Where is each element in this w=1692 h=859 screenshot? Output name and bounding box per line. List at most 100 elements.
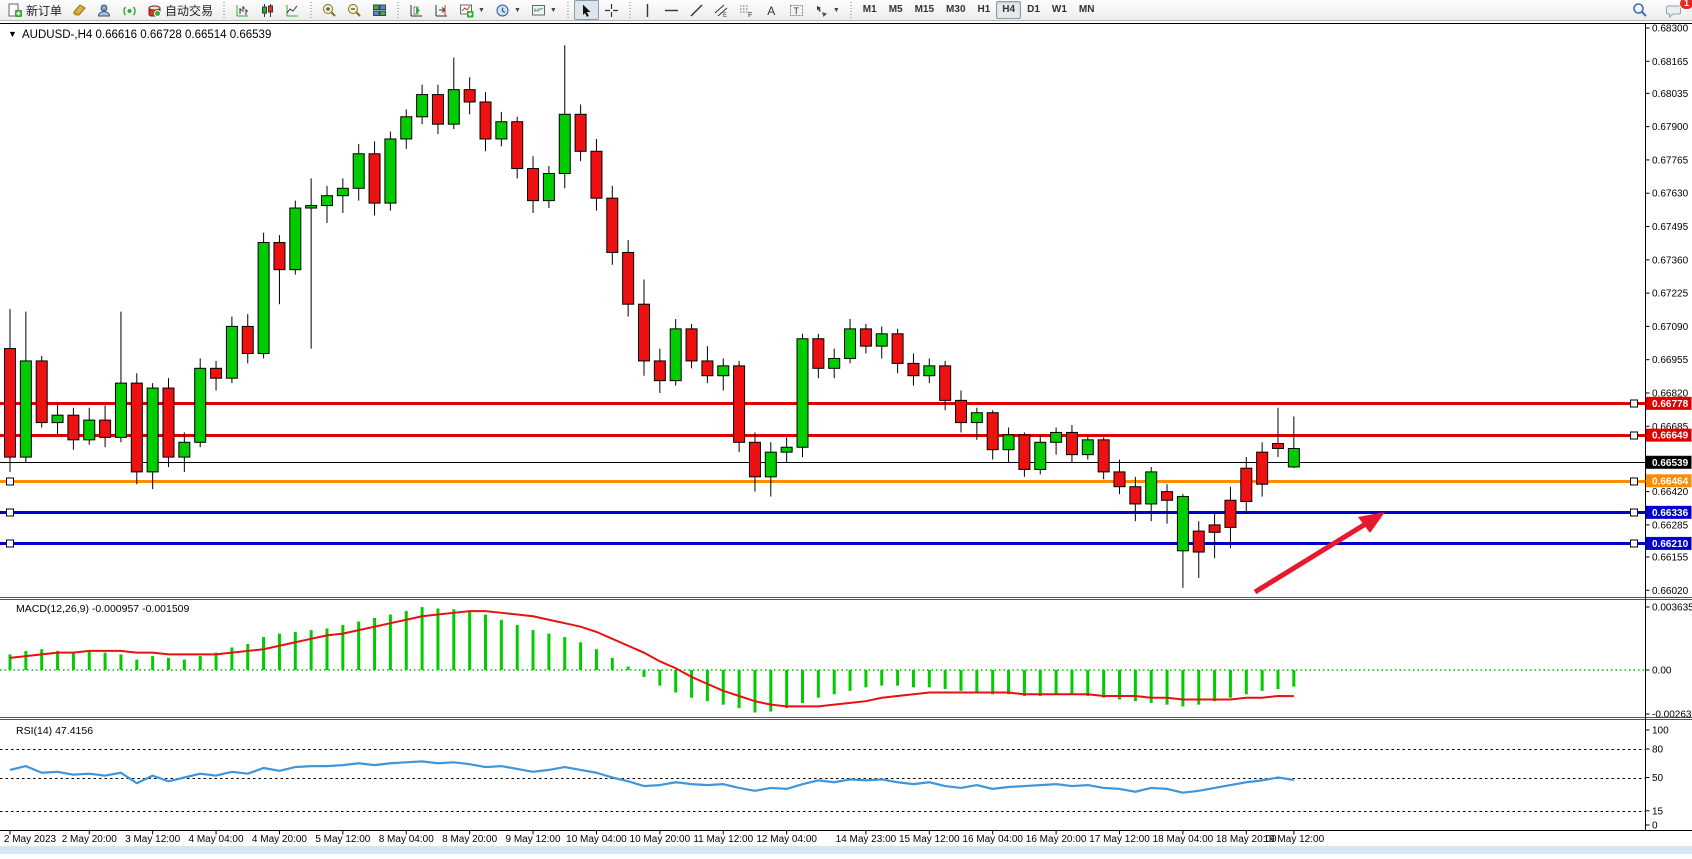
- zoom-out-button[interactable]: [342, 0, 367, 20]
- candle-body-bull: [115, 383, 126, 437]
- signals-button[interactable]: [117, 0, 142, 20]
- templates-button[interactable]: ▼: [526, 0, 562, 20]
- timeframe-m5[interactable]: M5: [883, 1, 909, 19]
- auto-scroll-button[interactable]: [404, 0, 429, 20]
- main-toolbar: 新订单 自动交易: [0, 0, 1692, 21]
- timeframe-m30[interactable]: M30: [940, 1, 971, 19]
- candle-body-bull: [670, 329, 681, 381]
- candle-body-bear: [956, 400, 967, 422]
- search-button[interactable]: [1627, 0, 1653, 20]
- line-handle[interactable]: [7, 478, 14, 485]
- line-handle[interactable]: [1631, 540, 1638, 547]
- time-tick-label: 12 May 04:00: [756, 834, 817, 845]
- macd-tick-label: -0.00263: [1652, 710, 1692, 721]
- candle-body-bull: [543, 173, 554, 200]
- auto-scroll-icon: [409, 3, 424, 18]
- candle-body-bull: [448, 90, 459, 125]
- candle-body-bear: [528, 169, 539, 201]
- time-tick-label: 9 May 12:00: [506, 834, 561, 845]
- new-order-button[interactable]: 新订单: [3, 0, 67, 20]
- candlestick-chart-button[interactable]: [255, 0, 280, 20]
- candle-body-bear: [1209, 525, 1220, 532]
- time-tick-label: 14 May 23:00: [836, 834, 897, 845]
- candle-body-bull: [765, 452, 776, 477]
- periods-button[interactable]: ▼: [490, 0, 526, 20]
- time-tick-label: 8 May 04:00: [379, 834, 434, 845]
- vertical-line-button[interactable]: [636, 0, 659, 20]
- candle-body-bull: [1082, 440, 1093, 455]
- candle-body-bear: [1066, 432, 1077, 454]
- chart-canvas[interactable]: ▼AUDUSD-,H4 0.66616 0.66728 0.66514 0.66…: [0, 21, 1692, 854]
- text-label-button[interactable]: T: [784, 0, 809, 20]
- timeframe-h1[interactable]: H1: [972, 1, 997, 19]
- candle-body-bear: [813, 339, 824, 369]
- symbol-dropdown-icon[interactable]: ▼: [8, 29, 17, 39]
- toolbar-separator: [567, 2, 569, 18]
- line-handle[interactable]: [1631, 509, 1638, 516]
- price-tick-label: 0.67090: [1652, 322, 1689, 333]
- line-handle[interactable]: [1631, 478, 1638, 485]
- price-badge-label: 0.66464: [1652, 476, 1689, 487]
- trendline-button[interactable]: [684, 0, 709, 20]
- line-chart-button[interactable]: [280, 0, 305, 20]
- line-handle[interactable]: [1631, 432, 1638, 439]
- candle-body-bear: [1162, 492, 1173, 501]
- candle-body-bull: [924, 366, 935, 376]
- toolbar-separator: [850, 2, 852, 18]
- candle-body-bull: [306, 206, 317, 208]
- candle-body-bear: [242, 326, 253, 353]
- line-handle[interactable]: [7, 540, 14, 547]
- macd-tick-label: 0.00: [1652, 666, 1672, 677]
- auto-trading-button[interactable]: 自动交易: [142, 0, 218, 20]
- styler-button[interactable]: [67, 0, 92, 20]
- candle-body-bull: [258, 243, 269, 354]
- chart-shift-button[interactable]: [429, 0, 454, 20]
- arrows-button[interactable]: ▼: [809, 0, 845, 20]
- line-handle[interactable]: [1631, 400, 1638, 407]
- new-order-label: 新订单: [26, 2, 62, 19]
- toolbar-separator: [310, 2, 312, 18]
- timeframe-m1[interactable]: M1: [857, 1, 883, 19]
- add-indicator-button[interactable]: ▼: [454, 0, 490, 20]
- candle-body-bear: [607, 198, 618, 252]
- tile-windows-button[interactable]: [367, 0, 392, 20]
- timeframe-h4[interactable]: H4: [996, 1, 1021, 19]
- zoom-in-button[interactable]: [317, 0, 342, 20]
- equidistant-channel-button[interactable]: E: [709, 0, 734, 20]
- candle-body-bear: [480, 102, 491, 139]
- timeframe-d1[interactable]: D1: [1021, 1, 1046, 19]
- equidistant-channel-icon: E: [714, 3, 729, 18]
- timeframe-w1[interactable]: W1: [1046, 1, 1073, 19]
- line-handle[interactable]: [7, 509, 14, 516]
- new-order-icon: [8, 3, 23, 18]
- timeframe-mn[interactable]: MN: [1073, 1, 1101, 19]
- candle-body-bear: [36, 361, 47, 423]
- timeframe-group: M1 M5 M15 M30 H1 H4 D1 W1 MN: [854, 0, 1104, 20]
- candle-body-bear: [860, 329, 871, 346]
- chart-background: [0, 21, 1692, 854]
- time-tick-label: 5 May 12:00: [315, 834, 370, 845]
- bottom-strip: [0, 846, 1692, 854]
- macd-tick-label: 0.003635: [1652, 603, 1692, 614]
- fibonacci-button[interactable]: F: [734, 0, 759, 20]
- price-tick-label: 0.68300: [1652, 24, 1689, 35]
- cursor-button[interactable]: [574, 0, 599, 20]
- timeframe-m15[interactable]: M15: [909, 1, 940, 19]
- time-tick-label: 4 May 04:00: [189, 834, 244, 845]
- bar-chart-button[interactable]: [230, 0, 255, 20]
- crosshair-button[interactable]: [599, 0, 624, 20]
- text-button[interactable]: A: [759, 0, 784, 20]
- profiles-button[interactable]: [92, 0, 117, 20]
- notifications-button[interactable]: 1: [1661, 0, 1688, 20]
- candle-body-bear: [623, 252, 634, 304]
- price-tick-label: 0.67630: [1652, 189, 1689, 200]
- candle-body-bull: [1146, 472, 1157, 504]
- text-icon: A: [764, 3, 779, 18]
- price-badge-label: 0.66539: [1652, 458, 1689, 469]
- chart-area[interactable]: ▼AUDUSD-,H4 0.66616 0.66728 0.66514 0.66…: [0, 21, 1692, 854]
- text-label-icon: T: [789, 3, 804, 18]
- candle-body-bear: [908, 363, 919, 375]
- candle-body-bear: [1273, 444, 1284, 449]
- price-tick-label: 0.66285: [1652, 520, 1689, 531]
- horizontal-line-button[interactable]: [659, 0, 684, 20]
